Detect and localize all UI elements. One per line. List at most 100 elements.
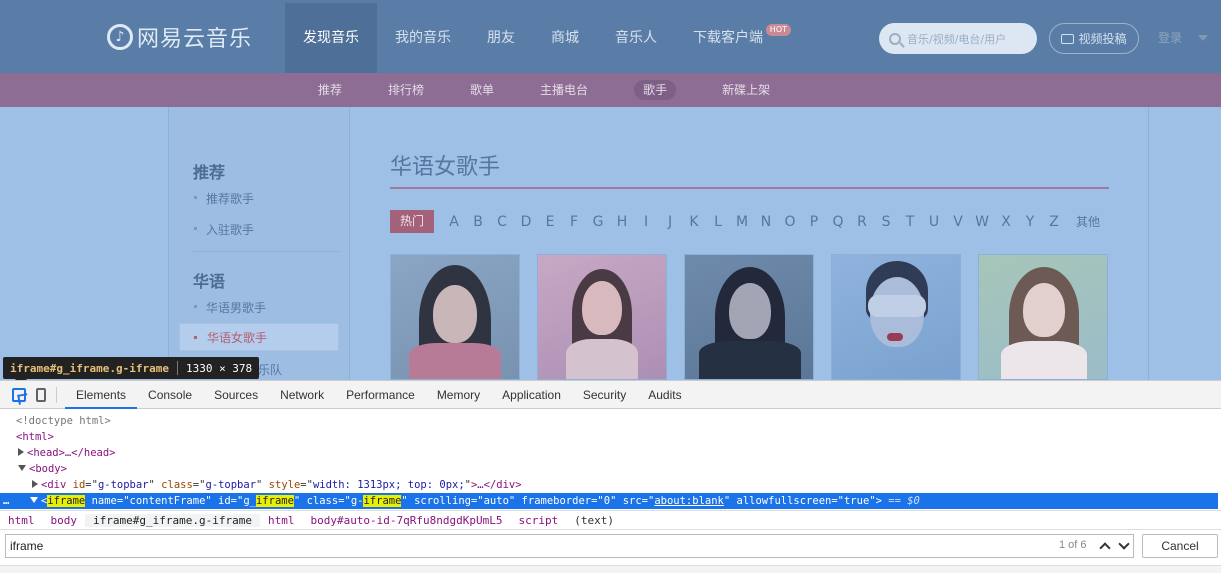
nav-discover-music[interactable]: 发现音乐: [285, 3, 377, 73]
tooltip-separator: [176, 361, 178, 375]
tab-audits[interactable]: Audits: [637, 381, 692, 409]
tab-elements[interactable]: Elements: [65, 381, 138, 409]
filter-letter-n[interactable]: N: [754, 214, 778, 230]
filter-letter-g[interactable]: G: [586, 214, 610, 230]
device-toolbar-icon[interactable]: [36, 387, 46, 402]
filter-letter-t[interactable]: T: [898, 214, 922, 230]
nav-download-client[interactable]: 下载客户端 HOT: [675, 3, 791, 73]
filter-letter-x[interactable]: X: [994, 214, 1018, 230]
dom-body-node[interactable]: <body>: [18, 461, 67, 477]
filter-letter-o[interactable]: O: [778, 214, 802, 230]
filter-letter-h[interactable]: H: [610, 214, 634, 230]
expand-arrow-icon[interactable]: [18, 448, 24, 456]
chevron-down-icon[interactable]: [1198, 35, 1208, 41]
filter-letter-d[interactable]: D: [514, 214, 538, 230]
category-heading-chinese: 华语: [193, 272, 226, 291]
dom-head-text: <head>…</head>: [27, 447, 116, 459]
find-cancel-button[interactable]: Cancel: [1142, 534, 1218, 558]
filter-letter-s[interactable]: S: [874, 214, 898, 230]
video-upload-button[interactable]: 视频投稿: [1049, 23, 1139, 54]
filter-letter-l[interactable]: L: [706, 214, 730, 230]
devtools-panel: Elements Console Sources Network Perform…: [0, 380, 1221, 573]
dom-doctype[interactable]: <!doctype html>: [16, 413, 111, 429]
filter-letter-a[interactable]: A: [442, 214, 466, 230]
subnav-recommend[interactable]: 推荐: [305, 73, 355, 107]
breadcrumb-script[interactable]: script: [511, 514, 567, 527]
filter-letter-p[interactable]: P: [802, 214, 826, 230]
filter-letter-r[interactable]: R: [850, 214, 874, 230]
inspect-element-icon[interactable]: [12, 387, 26, 402]
filter-letter-b[interactable]: B: [466, 214, 490, 230]
artist-photo[interactable]: [390, 254, 520, 380]
breadcrumb-inner-body[interactable]: body#auto-id-7qRfu8ndgdKpUmL5: [302, 514, 510, 527]
collapse-arrow-icon[interactable]: [18, 465, 26, 471]
tab-security[interactable]: Security: [572, 381, 637, 409]
subnav-new-albums[interactable]: 新碟上架: [709, 73, 783, 107]
find-input[interactable]: iframe: [5, 534, 1134, 558]
tab-memory[interactable]: Memory: [426, 381, 491, 409]
nav-my-music[interactable]: 我的音乐: [377, 3, 469, 73]
artist-photo[interactable]: [684, 254, 814, 380]
filter-letter-e[interactable]: E: [538, 214, 562, 230]
subnav-playlists[interactable]: 歌单: [457, 73, 507, 107]
find-previous-icon[interactable]: [1096, 537, 1114, 555]
filter-letter-j[interactable]: J: [658, 214, 682, 230]
filter-letter-w[interactable]: W: [970, 214, 994, 230]
sidebar-divider: [193, 251, 339, 252]
tab-sources[interactable]: Sources: [203, 381, 269, 409]
category-chinese-female[interactable]: 华语女歌手: [179, 323, 339, 351]
title-underline: [390, 187, 1109, 189]
nav-friends[interactable]: 朋友: [469, 3, 533, 73]
tab-performance[interactable]: Performance: [335, 381, 426, 409]
subnav-charts[interactable]: 排行榜: [375, 73, 437, 107]
filter-other[interactable]: 其他: [1076, 213, 1100, 230]
filter-letter-u[interactable]: U: [922, 214, 946, 230]
breadcrumb-html[interactable]: html: [0, 514, 43, 527]
top-navigation-bar: ♪ 网易云音乐 发现音乐 我的音乐 朋友 商城 音乐人 下载客户端 HOT 音乐…: [0, 0, 1221, 73]
breadcrumb-iframe[interactable]: iframe#g_iframe.g-iframe: [85, 513, 260, 527]
dom-div-topbar[interactable]: <div id="g-topbar" class="g-topbar" styl…: [32, 477, 522, 493]
tab-console[interactable]: Console: [137, 381, 203, 409]
netease-music-logo[interactable]: ♪ 网易云音乐: [107, 22, 252, 52]
nav-store[interactable]: 商城: [533, 3, 597, 73]
artist-photo[interactable]: [537, 254, 667, 380]
login-link[interactable]: 登录: [1158, 29, 1182, 46]
filter-letter-y[interactable]: Y: [1018, 214, 1042, 230]
subnav-artists[interactable]: 歌手: [621, 73, 689, 107]
breadcrumb-text[interactable]: (text): [566, 514, 622, 527]
nav-musician[interactable]: 音乐人: [597, 3, 675, 73]
tab-network[interactable]: Network: [269, 381, 335, 409]
category-signed-artists[interactable]: 入驻歌手: [193, 221, 254, 238]
filter-hot[interactable]: 热门: [390, 210, 435, 233]
find-next-icon[interactable]: [1115, 537, 1133, 555]
category-chinese-male[interactable]: 华语男歌手: [193, 299, 266, 316]
page-title: 华语女歌手: [390, 155, 501, 180]
category-recommended-artists[interactable]: 推荐歌手: [193, 190, 254, 207]
main-nav: 发现音乐 我的音乐 朋友 商城 音乐人 下载客户端 HOT: [285, 3, 791, 73]
dom-body-text: <body>: [29, 463, 67, 475]
dom-html-open[interactable]: <html>: [16, 429, 54, 445]
filter-letter-f[interactable]: F: [562, 214, 586, 230]
expand-arrow-icon[interactable]: [32, 480, 38, 488]
artist-photo[interactable]: [831, 254, 961, 380]
filter-letter-i[interactable]: I: [634, 214, 658, 230]
music-logo-icon: ♪: [107, 24, 133, 50]
artist-photo[interactable]: [978, 254, 1108, 380]
filter-letter-v[interactable]: V: [946, 214, 970, 230]
alphabet-filter: 热门 A B C D E F G H I J K L M N O P Q R S…: [390, 210, 1100, 233]
breadcrumb-body[interactable]: body: [43, 514, 86, 527]
tab-application[interactable]: Application: [491, 381, 572, 409]
filter-letter-k[interactable]: K: [682, 214, 706, 230]
search-input[interactable]: 音乐/视频/电台/用户: [879, 23, 1037, 54]
dom-head-node[interactable]: <head>…</head>: [18, 445, 116, 461]
filter-letter-z[interactable]: Z: [1042, 214, 1066, 230]
filter-letter-m[interactable]: M: [730, 214, 754, 230]
dom-iframe-selected[interactable]: … <iframe name="contentFrame" id="g_ifra…: [0, 493, 1218, 509]
filter-letter-q[interactable]: Q: [826, 214, 850, 230]
filter-letter-c[interactable]: C: [490, 214, 514, 230]
breadcrumb: html body iframe#g_iframe.g-iframe html …: [0, 510, 1221, 530]
more-options-icon[interactable]: …: [3, 493, 9, 509]
breadcrumb-inner-html[interactable]: html: [260, 514, 303, 527]
collapse-arrow-icon[interactable]: [30, 497, 38, 503]
subnav-radio[interactable]: 主播电台: [527, 73, 601, 107]
